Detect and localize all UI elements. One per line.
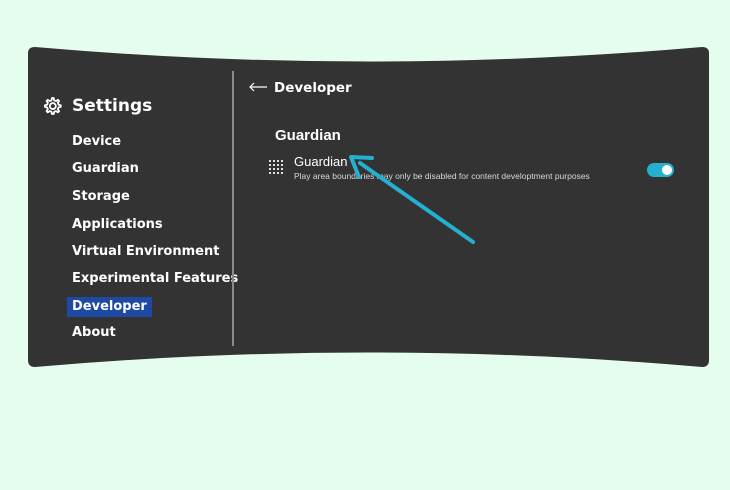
sidebar-item-guardian[interactable]: Guardian [67,159,144,179]
sidebar-item-applications[interactable]: Applications [67,215,168,235]
sidebar-item-device[interactable]: Device [67,132,126,152]
sidebar-item-storage[interactable]: Storage [67,187,135,207]
guardian-setting-title: Guardian [294,154,348,169]
page-title: Developer [274,80,352,96]
vr-settings-screen: Settings Device Guardian Storage Applica… [0,0,730,490]
guardian-setting-row: Guardian Play area boundaries may only b… [266,152,676,186]
sidebar-item-about[interactable]: About [67,323,121,343]
section-title: Guardian [275,127,341,144]
settings-title-label: Settings [72,96,153,116]
gear-icon [44,97,62,115]
sidebar-divider [232,71,234,346]
toggle-knob [662,165,672,175]
sidebar-title: Settings [42,96,152,116]
guardian-setting-description: Play area boundaries may only be disable… [294,171,590,181]
sidebar-item-virtual-environment[interactable]: Virtual Environment [67,242,224,262]
sidebar-item-developer[interactable]: Developer [67,297,152,317]
page-header: Developer [248,80,352,96]
grid-dots-icon [269,160,283,174]
sidebar-item-experimental-features[interactable]: Experimental Features [67,269,243,289]
guardian-toggle[interactable] [647,163,674,177]
back-arrow-icon[interactable] [248,80,268,96]
